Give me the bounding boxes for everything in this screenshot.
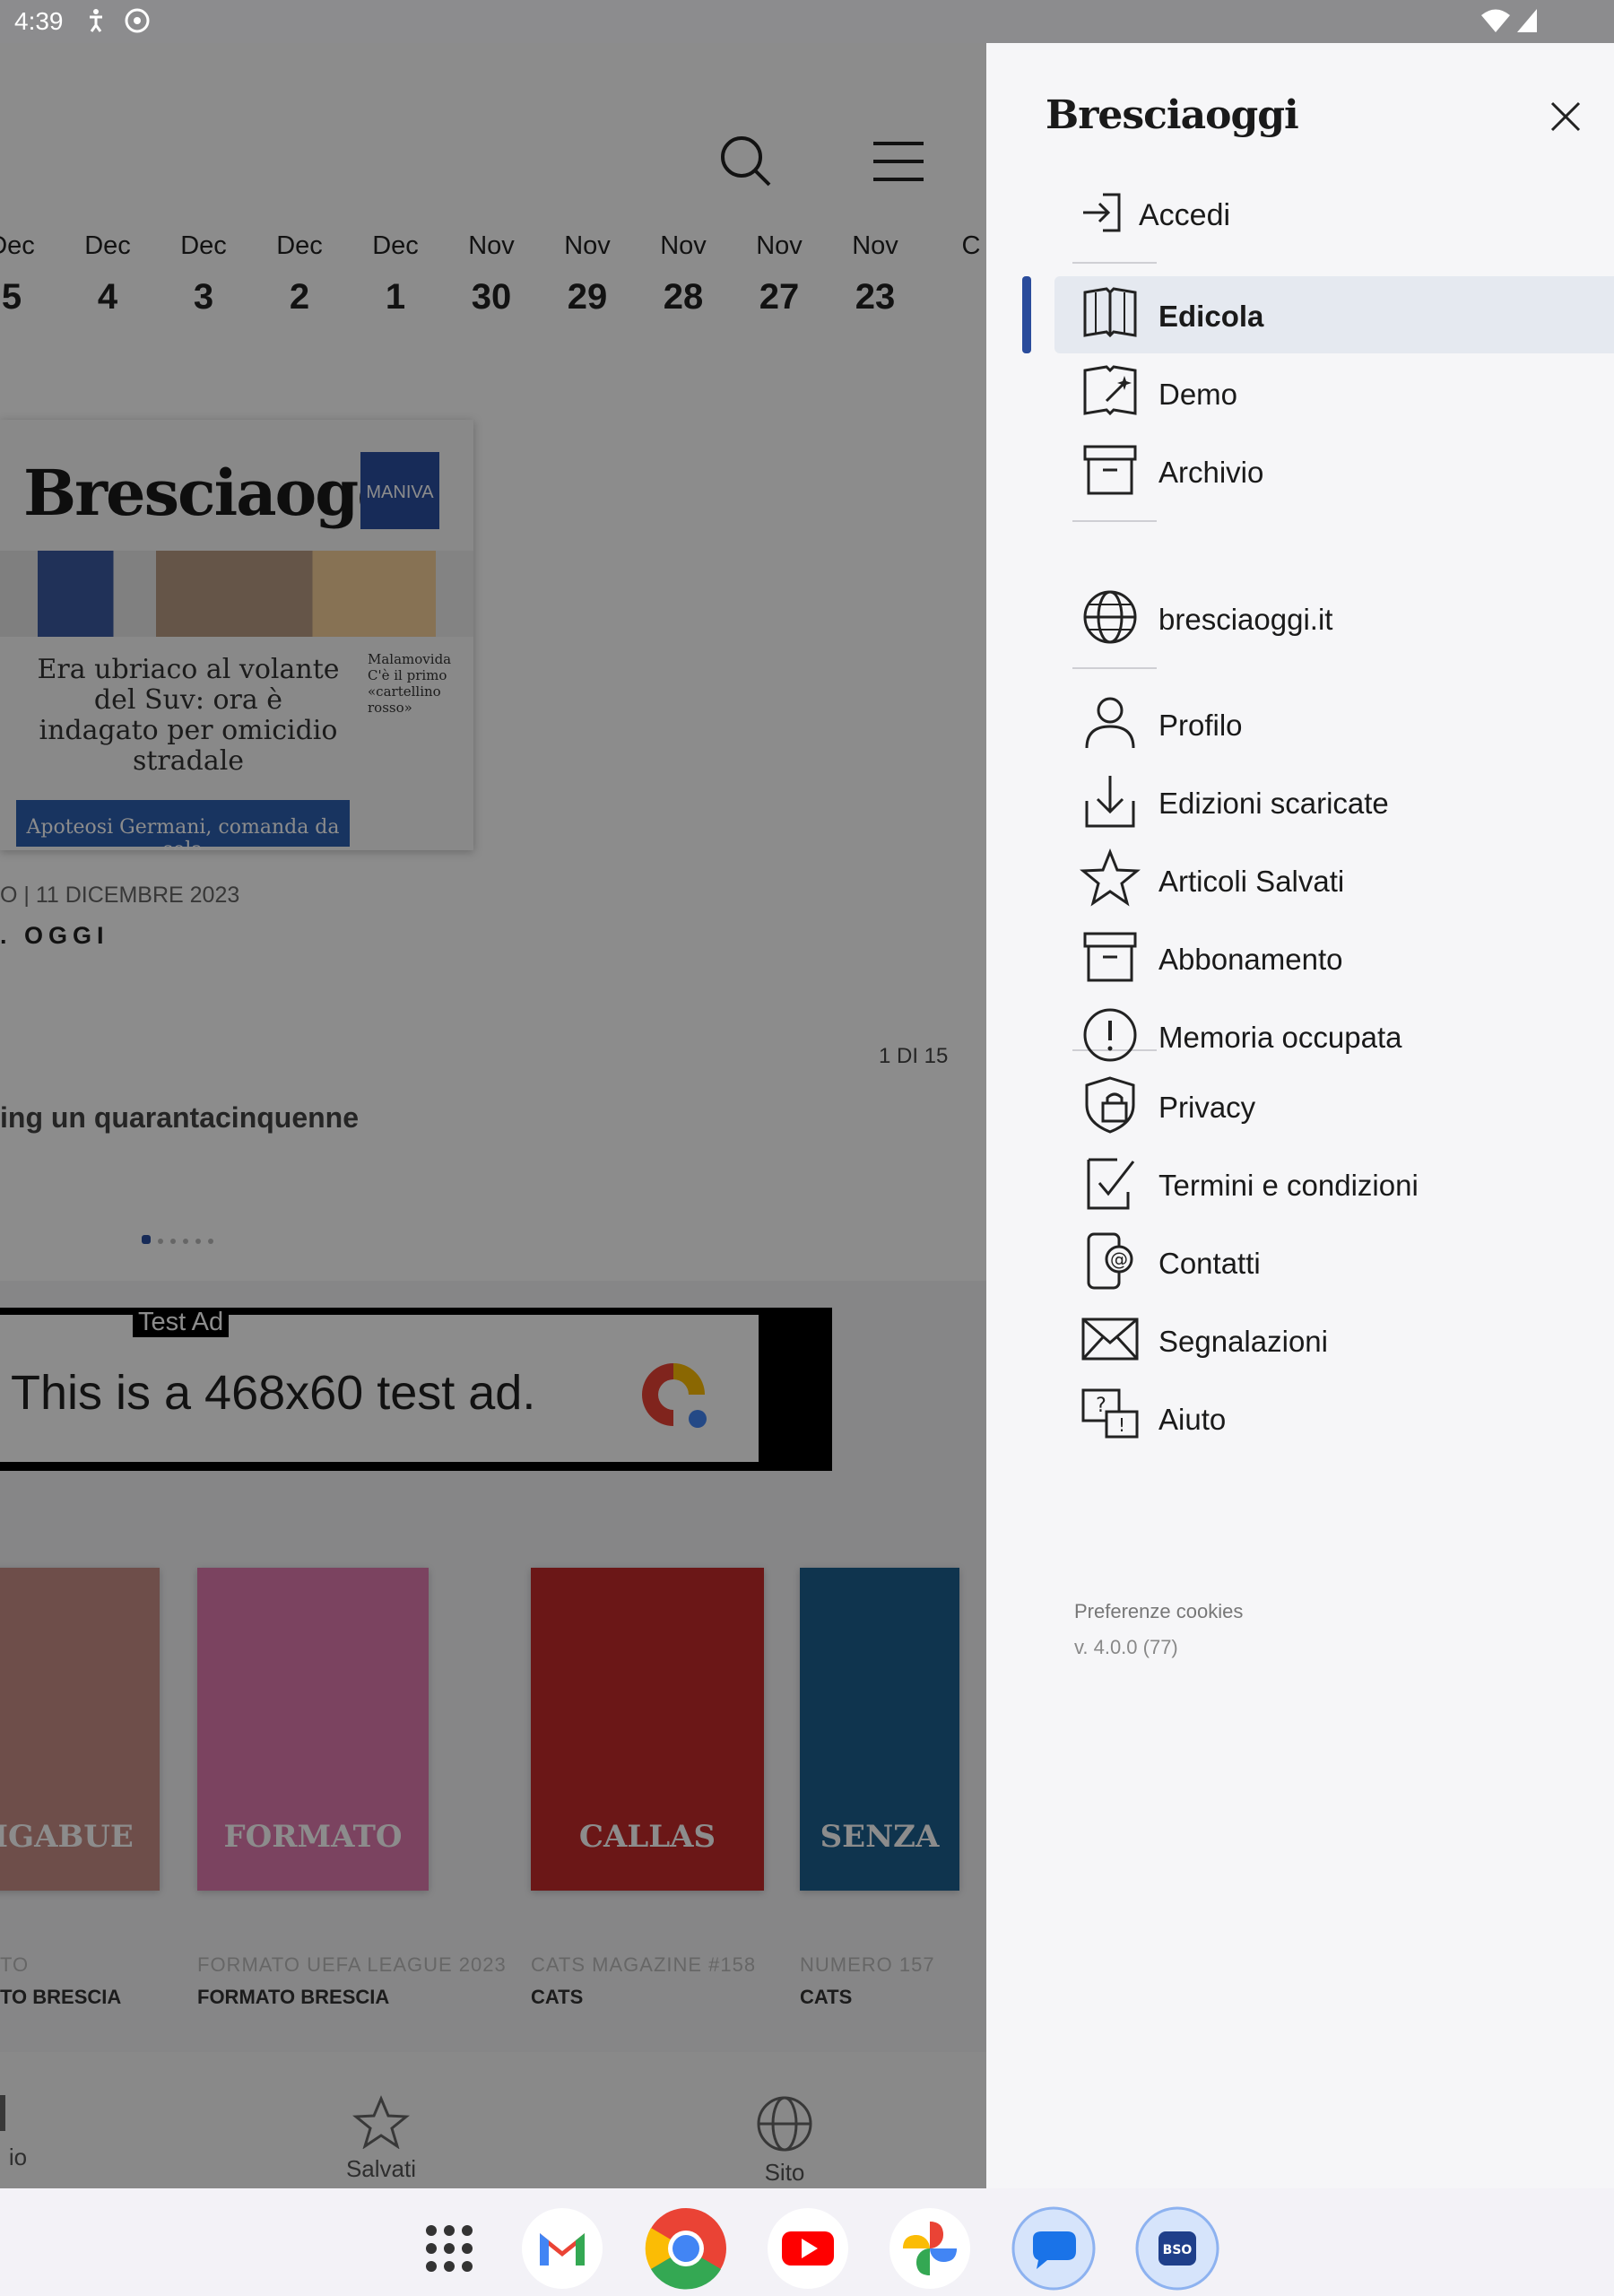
phone-at-icon: @ bbox=[1087, 1232, 1133, 1290]
svg-text:!: ! bbox=[1118, 1414, 1125, 1436]
help-chat-icon: ?! bbox=[1081, 1388, 1139, 1439]
youtube-icon[interactable] bbox=[766, 2206, 850, 2291]
menu-divider bbox=[1072, 667, 1157, 669]
archive-icon bbox=[1083, 445, 1137, 495]
menu-item-termini-e-condizioni[interactable]: Termini e condizioni bbox=[1072, 1145, 1614, 1221]
book-icon bbox=[1083, 287, 1137, 338]
messages-icon[interactable] bbox=[1011, 2206, 1096, 2291]
status-bar: 4:39 bbox=[0, 0, 1614, 43]
menu-item-label: Archivio bbox=[1158, 456, 1264, 489]
menu-item-edicola[interactable]: Edicola bbox=[1022, 276, 1614, 353]
bso-app-icon[interactable]: BSO bbox=[1135, 2206, 1219, 2291]
cookie-preferences-link[interactable]: Preferenze cookies bbox=[1074, 1600, 1243, 1623]
gmail-icon[interactable] bbox=[520, 2206, 604, 2291]
drawer-brand-logo: Bresciaoggi bbox=[1046, 92, 1299, 138]
menu-item-segnalazioni[interactable]: Segnalazioni bbox=[1072, 1301, 1614, 1377]
download-icon bbox=[1085, 776, 1135, 828]
menu-item-label: Aiuto bbox=[1158, 1403, 1227, 1436]
menu-item-archivio[interactable]: Archivio bbox=[1072, 432, 1614, 508]
notification-circle-icon bbox=[125, 8, 150, 33]
menu-item-label: Demo bbox=[1158, 378, 1238, 411]
menu-item-label: Termini e condizioni bbox=[1158, 1169, 1419, 1202]
menu-item-label: Privacy bbox=[1158, 1091, 1256, 1124]
menu-item-edizioni-scaricate[interactable]: Edizioni scaricate bbox=[1072, 763, 1614, 839]
menu-item-label: Abbonamento bbox=[1158, 943, 1343, 976]
menu-item-label: Edicola bbox=[1158, 300, 1264, 333]
document-check-icon bbox=[1087, 1158, 1135, 1210]
menu-divider bbox=[1072, 262, 1157, 264]
menu-item-label: Profilo bbox=[1158, 709, 1243, 742]
menu-item-label: Memoria occupata bbox=[1158, 1021, 1402, 1054]
login-icon bbox=[1083, 193, 1121, 232]
wifi-icon bbox=[1481, 9, 1510, 32]
magic-book-icon bbox=[1083, 365, 1137, 416]
login-button[interactable]: Accedi bbox=[1072, 182, 1521, 254]
svg-text:BSO: BSO bbox=[1163, 2243, 1193, 2257]
alert-circle-icon bbox=[1083, 1008, 1137, 1062]
app-drawer-icon[interactable] bbox=[407, 2206, 491, 2291]
photos-icon[interactable] bbox=[888, 2206, 972, 2291]
accessibility-icon bbox=[90, 9, 102, 32]
navigation-drawer: Bresciaoggi Accedi Edicola Demo Archivio br… bbox=[986, 43, 1614, 2188]
menu-item-label: Contatti bbox=[1158, 1247, 1261, 1280]
chrome-icon[interactable] bbox=[644, 2206, 728, 2291]
drawer-scrim[interactable] bbox=[0, 43, 986, 2188]
menu-item-demo[interactable]: Demo bbox=[1072, 354, 1614, 430]
login-label: Accedi bbox=[1139, 198, 1231, 232]
menu-divider bbox=[1072, 520, 1157, 522]
globe-icon bbox=[1083, 590, 1137, 644]
shield-lock-icon bbox=[1085, 1076, 1135, 1134]
menu-item-profilo[interactable]: Profilo bbox=[1072, 685, 1614, 761]
menu-item-label: Edizioni scaricate bbox=[1158, 787, 1389, 820]
menu-item-contatti[interactable]: @ Contatti bbox=[1072, 1223, 1614, 1299]
menu-item-memoria-occupata[interactable]: Memoria occupata bbox=[1072, 997, 1614, 1073]
star-icon bbox=[1080, 848, 1141, 907]
active-item-indicator bbox=[1022, 276, 1031, 353]
menu-item-privacy[interactable]: Privacy bbox=[1072, 1067, 1614, 1143]
signal-icon bbox=[1517, 9, 1537, 32]
envelope-icon bbox=[1081, 1318, 1139, 1361]
close-icon[interactable] bbox=[1548, 99, 1584, 135]
menu-item-abbonamento[interactable]: Abbonamento bbox=[1072, 919, 1614, 995]
svg-text:?: ? bbox=[1096, 1395, 1106, 1417]
app-version: v. 4.0.0 (77) bbox=[1074, 1636, 1178, 1658]
svg-text:@: @ bbox=[1110, 1248, 1128, 1270]
menu-item-label: bresciaoggi.it bbox=[1158, 603, 1333, 636]
menu-item-bresciaoggi-it[interactable]: bresciaoggi.it bbox=[1072, 579, 1614, 655]
app-dock: BSO bbox=[0, 2188, 1614, 2296]
menu-item-label: Articoli Salvati bbox=[1158, 865, 1345, 898]
archive-icon bbox=[1083, 932, 1137, 982]
menu-item-label: Segnalazioni bbox=[1158, 1325, 1328, 1358]
menu-item-aiuto[interactable]: ?! Aiuto bbox=[1072, 1379, 1614, 1455]
user-icon bbox=[1085, 697, 1135, 749]
menu-item-articoli-salvati[interactable]: Articoli Salvati bbox=[1072, 841, 1614, 917]
status-time: 4:39 bbox=[14, 7, 64, 35]
